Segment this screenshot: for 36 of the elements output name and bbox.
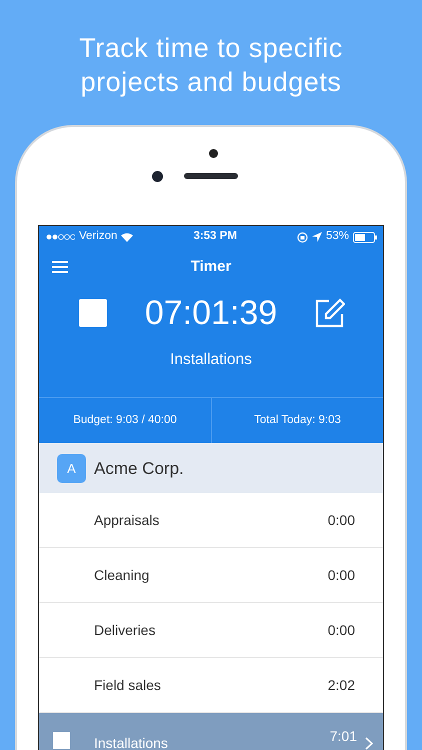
menu-icon xyxy=(51,260,69,274)
summary-label: Total Today: 9:03 xyxy=(254,413,341,428)
task-time: 2:02 xyxy=(328,676,355,695)
battery-label: 53% xyxy=(326,229,350,244)
summary-label: Budget: 9:03 / 40:00 xyxy=(73,413,177,428)
chevron-icon xyxy=(365,736,373,750)
speaker-icon xyxy=(184,173,238,179)
stop-icon xyxy=(53,732,70,749)
task-name: Cleaning xyxy=(94,566,150,585)
task-time: 0:00 xyxy=(328,566,355,585)
task-name: Appraisals xyxy=(94,510,160,530)
signal-icon xyxy=(45,233,75,241)
client-avatar: A xyxy=(57,454,86,483)
carrier-label: Verizon xyxy=(79,229,118,244)
task-row[interactable]: Cleaning 0:00 xyxy=(39,548,383,604)
task-name: Field sales xyxy=(94,676,162,695)
task-row[interactable]: Appraisals 0:00 xyxy=(39,493,383,548)
task-name: Deliveries xyxy=(94,620,156,640)
client-name: Acme Corp. xyxy=(94,458,184,480)
current-task: Installations xyxy=(169,350,253,370)
edit-button[interactable] xyxy=(314,298,345,328)
rotation-lock-icon xyxy=(296,232,308,242)
front-camera-icon xyxy=(152,171,163,182)
clock-label: 3:53 PM xyxy=(193,229,237,244)
wifi-icon xyxy=(121,232,134,242)
elapsed-time: 07:01:39 xyxy=(144,296,278,330)
task-time: 7:01 xyxy=(330,726,357,746)
task-row[interactable]: Deliveries 0:00 xyxy=(39,603,383,658)
headline: Track time to specific projects and budgets xyxy=(78,32,344,99)
screen-title: Timer xyxy=(190,256,232,277)
task-time: 0:00 xyxy=(328,620,355,640)
task-time: 0:00 xyxy=(328,510,355,530)
task-name: Installations xyxy=(94,736,169,750)
battery-icon xyxy=(353,232,378,242)
camera-icon xyxy=(209,149,218,158)
location-arrow-icon xyxy=(312,232,322,242)
